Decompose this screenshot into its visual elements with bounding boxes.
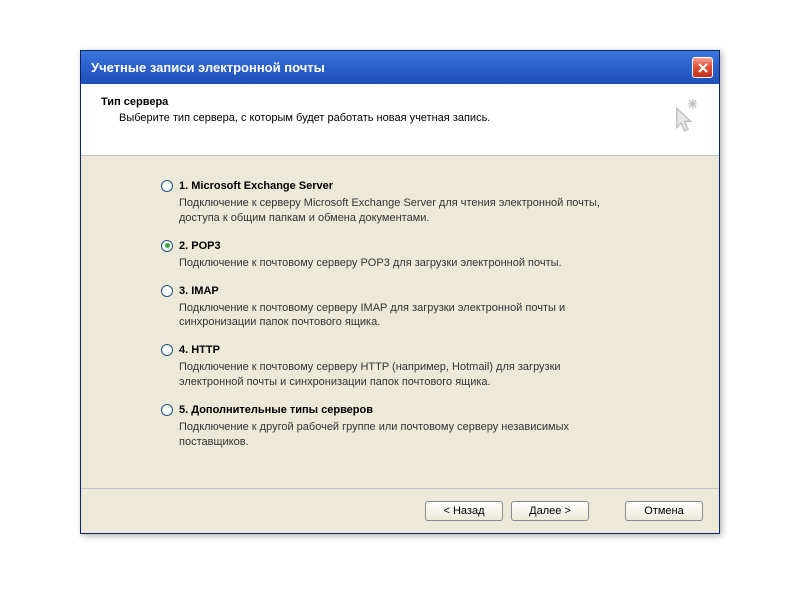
radio-pop3[interactable] bbox=[161, 240, 173, 252]
option-label: 4. HTTP bbox=[179, 344, 220, 356]
radio-http[interactable] bbox=[161, 344, 173, 356]
wizard-icon bbox=[661, 96, 703, 141]
option-label: 5. Дополнительные типы серверов bbox=[179, 404, 373, 416]
radio-imap[interactable] bbox=[161, 285, 173, 297]
window-title: Учетные записи электронной почты bbox=[91, 60, 325, 75]
option-description: Подключение к серверу Microsoft Exchange… bbox=[161, 196, 621, 226]
option-description: Подключение к почтовому серверу POP3 для… bbox=[161, 256, 621, 271]
page-subheading: Выберите тип сервера, с которым будет ра… bbox=[101, 112, 490, 124]
radio-exchange[interactable] bbox=[161, 180, 173, 192]
option-http: 4. HTTP Подключение к почтовому серверу … bbox=[161, 344, 675, 390]
page-heading: Тип сервера bbox=[101, 96, 490, 108]
option-description: Подключение к другой рабочей группе или … bbox=[161, 420, 621, 450]
next-button[interactable]: Далее > bbox=[511, 501, 589, 521]
option-label: 3. IMAP bbox=[179, 285, 219, 297]
cursor-star-icon bbox=[661, 96, 703, 138]
option-exchange: 1. Microsoft Exchange Server Подключение… bbox=[161, 180, 675, 226]
footer-panel: < Назад Далее > Отмена bbox=[81, 488, 719, 533]
close-button[interactable] bbox=[692, 57, 713, 78]
option-pop3: 2. POP3 Подключение к почтовому серверу … bbox=[161, 240, 675, 271]
option-description: Подключение к почтовому серверу HTTP (на… bbox=[161, 360, 621, 390]
header-panel: Тип сервера Выберите тип сервера, с кото… bbox=[81, 84, 719, 156]
wizard-dialog: Учетные записи электронной почты Тип сер… bbox=[80, 50, 720, 534]
option-label: 1. Microsoft Exchange Server bbox=[179, 180, 333, 192]
option-imap: 3. IMAP Подключение к почтовому серверу … bbox=[161, 285, 675, 331]
body-panel: 1. Microsoft Exchange Server Подключение… bbox=[81, 156, 719, 488]
option-other: 5. Дополнительные типы серверов Подключе… bbox=[161, 404, 675, 450]
radio-other[interactable] bbox=[161, 404, 173, 416]
option-description: Подключение к почтовому серверу IMAP для… bbox=[161, 301, 621, 331]
cancel-button[interactable]: Отмена bbox=[625, 501, 703, 521]
titlebar: Учетные записи электронной почты bbox=[81, 51, 719, 84]
header-text: Тип сервера Выберите тип сервера, с кото… bbox=[101, 96, 490, 124]
option-label: 2. POP3 bbox=[179, 240, 221, 252]
back-button[interactable]: < Назад bbox=[425, 501, 503, 521]
close-icon bbox=[698, 63, 708, 73]
